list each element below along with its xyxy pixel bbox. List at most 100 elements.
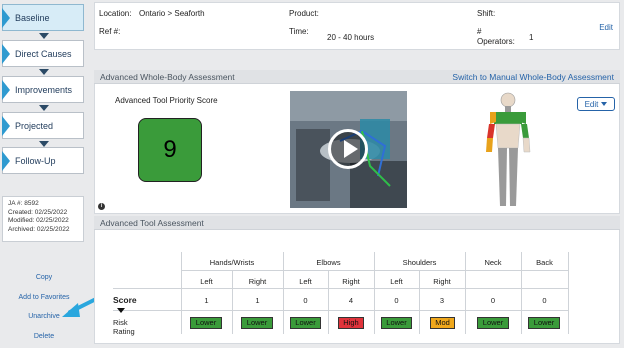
step-connector-arrow <box>39 69 49 75</box>
rating-badge: Lower <box>241 317 273 329</box>
step-baseline[interactable]: Baseline <box>2 4 84 31</box>
side-header: Right <box>433 277 451 286</box>
risk-rating-label: Risk Rating <box>113 318 135 336</box>
left-shoulder-region <box>490 112 496 124</box>
priority-score-value: 9 <box>163 136 177 163</box>
score-elbows-left: 0 <box>303 296 308 305</box>
table-divider <box>181 252 182 334</box>
table-divider <box>568 252 569 334</box>
edit-body-button[interactable]: Edit <box>577 97 615 111</box>
job-info-panel: Location: Ontario > Seaforth Product: Sh… <box>94 2 620 50</box>
group-header-elbows: Elbows <box>316 258 341 267</box>
right-leg-region <box>509 148 518 206</box>
copy-link[interactable]: Copy <box>0 274 88 281</box>
score-label-text: Score <box>113 295 137 305</box>
step-label: Projected <box>15 120 54 131</box>
modified-date: Modified: 02/25/2022 <box>8 217 69 224</box>
step-connector-arrow <box>39 105 49 111</box>
group-header-shoulders: Shoulders <box>402 258 437 267</box>
archived-date: Archived: 02/25/2022 <box>8 225 70 233</box>
tool-assessment-panel: Hands/Wrists Elbows Shoulders Neck Back … <box>94 230 620 344</box>
priority-score-title: Advanced Tool Priority Score <box>115 96 218 105</box>
side-header: Right <box>342 277 360 286</box>
time-label: Time: <box>289 27 309 36</box>
operators-value: 1 <box>529 33 534 42</box>
step-label: Improvements <box>15 84 73 95</box>
assessment-video[interactable] <box>290 91 407 208</box>
left-hand-region <box>486 138 493 152</box>
table-divider <box>374 252 375 334</box>
step-follow-up[interactable]: Follow-Up <box>2 147 84 174</box>
job-meta-box: JA #: 8592 Created: 02/25/2022 Modified:… <box>2 196 84 242</box>
neck-region <box>505 106 511 112</box>
rating-badge: Mod <box>430 317 455 329</box>
edit-info-link[interactable]: Edit <box>599 23 613 32</box>
shift-label: Shift: <box>477 9 496 18</box>
product-label: Product: <box>289 9 319 18</box>
main-content: Location: Ontario > Seaforth Product: Sh… <box>94 0 624 348</box>
table-divider <box>283 252 284 334</box>
group-header-hands-wrists: Hands/Wrists <box>209 258 255 267</box>
side-header: Right <box>248 277 267 286</box>
step-projected[interactable]: Projected <box>2 112 84 139</box>
created-date: Created: 02/25/2022 <box>8 208 68 216</box>
rating-badge: Lower <box>477 317 509 329</box>
score-neck: 0 <box>490 296 496 305</box>
score-elbows-right: 4 <box>348 296 354 305</box>
operators-label-hash: # <box>477 27 482 36</box>
left-leg-region <box>498 148 507 206</box>
score-shoulders-left: 0 <box>394 296 399 305</box>
location-value: Ontario > Seaforth <box>139 9 205 18</box>
side-header: Left <box>299 277 312 286</box>
left-elbow-region <box>487 124 495 138</box>
head-region <box>500 92 516 108</box>
ref-label: Ref #: <box>99 27 121 36</box>
right-elbow-region <box>521 124 529 138</box>
rating-badge: Lower <box>381 317 412 329</box>
location-label: Location: <box>99 9 132 18</box>
rating-badge: High <box>338 317 364 329</box>
table-divider <box>465 252 466 334</box>
table-divider <box>521 252 522 334</box>
play-icon[interactable] <box>328 129 368 169</box>
whole-body-header: Advanced Whole-Body Assessment Switch to… <box>94 70 620 84</box>
sidebar: Baseline Direct Causes Improvements Proj… <box>0 0 108 348</box>
group-header-back: Back <box>536 258 553 267</box>
delete-link[interactable]: Delete <box>0 333 88 340</box>
info-icon[interactable]: i <box>98 203 105 210</box>
table-divider <box>181 270 569 271</box>
step-improvements[interactable]: Improvements <box>2 76 84 103</box>
whole-body-title: Advanced Whole-Body Assessment <box>100 72 235 82</box>
body-map-figure <box>486 92 531 206</box>
side-header: Left <box>200 277 213 286</box>
side-header: Left <box>390 277 403 286</box>
rating-badge: Lower <box>290 317 321 329</box>
group-header-neck: Neck <box>484 258 502 267</box>
step-label: Baseline <box>15 12 50 23</box>
score-shoulders-right: 3 <box>439 296 445 305</box>
rating-badge: Lower <box>528 317 560 329</box>
right-hand-region <box>522 137 531 153</box>
operators-label: Operators: <box>477 37 515 46</box>
score-back: 0 <box>542 296 547 305</box>
step-label: Follow-Up <box>15 155 56 166</box>
step-label: Direct Causes <box>15 48 72 59</box>
whole-body-panel: Advanced Tool Priority Score 9 i Edit <box>94 84 620 214</box>
score-hands-left: 1 <box>204 296 209 305</box>
step-direct-causes[interactable]: Direct Causes <box>2 40 84 67</box>
right-shoulder-region <box>520 112 526 124</box>
time-value: 20 - 40 hours <box>327 33 375 42</box>
step-connector-arrow <box>39 33 49 39</box>
tool-assessment-header: Advanced Tool Assessment <box>94 216 620 230</box>
priority-score-box: 9 <box>138 118 202 182</box>
switch-manual-link[interactable]: Switch to Manual Whole-Body Assessment <box>452 72 614 82</box>
back-region <box>495 123 521 149</box>
score-row-label[interactable]: Score <box>113 295 137 315</box>
edit-button-label: Edit <box>584 99 599 109</box>
chevron-down-icon <box>601 102 608 106</box>
rating-badge: Lower <box>190 317 222 329</box>
torso-upper-region <box>494 112 522 124</box>
chevron-down-icon <box>117 308 125 314</box>
score-hands-right: 1 <box>255 296 260 305</box>
tool-assessment-title: Advanced Tool Assessment <box>100 218 204 228</box>
